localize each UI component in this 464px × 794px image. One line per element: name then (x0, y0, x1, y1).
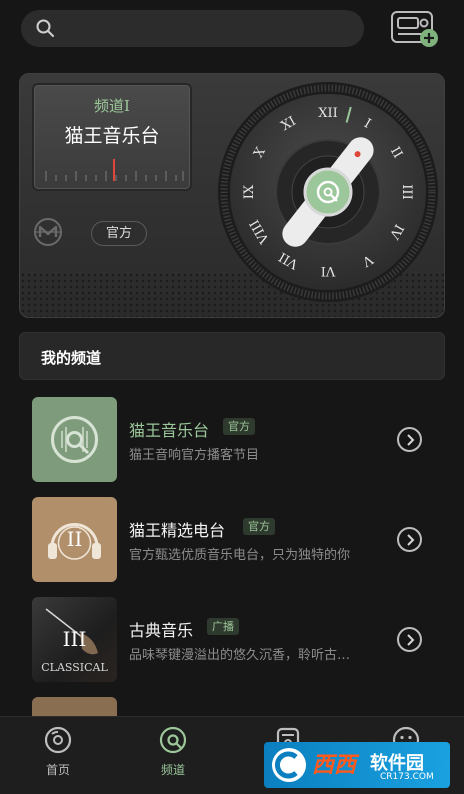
radio-add-icon[interactable] (390, 9, 440, 49)
channel-desc: 官方甄选优质音乐电台，只为独特的你 (129, 548, 351, 563)
channel-item[interactable]: III CLASSICAL 古典音乐 广播 品味琴键漫溢出的悠久沉香，聆听古… (32, 597, 427, 683)
channel-desc: 猫王音响官方播客节目 (129, 448, 260, 463)
station-logo-icon (51, 416, 98, 463)
nav-label: 频道 (160, 763, 185, 777)
chevron-right-icon[interactable] (397, 627, 422, 652)
channel-label: 频道I (94, 97, 130, 115)
radio-panel: 频道I 猫王音乐台 官方 XII I II III IV V VI VII VIII IX X (19, 73, 445, 318)
nav-channel[interactable]: 频道 (143, 725, 203, 785)
chevron-right-icon[interactable] (397, 427, 422, 452)
chevron-right-icon[interactable] (397, 527, 422, 552)
dial-numeral: III (399, 184, 414, 199)
channel-name: 古典音乐 (129, 621, 194, 640)
channel-name: 猫王精选电台 (129, 521, 226, 540)
channel-cover (32, 397, 117, 482)
cover-caption: CLASSICAL (41, 661, 108, 674)
nav-home[interactable]: 首页 (28, 725, 88, 785)
channel-badge: 官方 (243, 518, 275, 535)
channel-item[interactable] (32, 697, 427, 716)
channel-item[interactable]: 猫王音乐台 官方 猫王音响官方播客节目 (32, 397, 427, 483)
watermark-logo: 西西 软件园 CR173.COM (264, 742, 450, 788)
watermark-emblem-icon (272, 748, 306, 782)
search-bar[interactable] (21, 10, 364, 47)
tuning-dial[interactable]: XIIIIIIIIIVVVIVIIVIIIIXXXI (216, 80, 440, 304)
home-disc-icon (44, 726, 72, 754)
channel-badge: 广播 (207, 618, 239, 635)
channel-name: 猫王音乐台 (129, 421, 210, 440)
search-icon (36, 19, 54, 37)
channel-disc-icon (159, 726, 187, 754)
channel-desc: 品味琴键漫溢出的悠久沉香，聆听古… (129, 648, 351, 663)
channel-item[interactable]: II 猫王精选电台 官方 官方甄选优质音乐电台，只为独特的你 (32, 497, 427, 583)
cover-numeral: III (62, 627, 87, 651)
my-channels-header: 我的频道 (19, 332, 445, 380)
brand-logo-icon (34, 218, 62, 246)
cover-numeral: II (66, 527, 83, 551)
nav-label: 首页 (45, 763, 70, 777)
tuner-scale (45, 159, 184, 181)
channel-cover (32, 697, 117, 716)
section-title: 我的频道 (41, 349, 102, 367)
watermark-brand: 西西 (312, 753, 357, 778)
dial-numeral: VI (321, 263, 337, 278)
dial-numeral: XII (318, 106, 338, 121)
dial-numeral: IX (242, 184, 257, 199)
tuner-screen: 频道I 猫王音乐台 (32, 83, 192, 191)
channel-badge: 官方 (223, 418, 255, 435)
channel-cover: II (32, 497, 117, 582)
official-tag: 官方 (91, 221, 148, 246)
station-name: 猫王音乐台 (64, 125, 160, 147)
channel-cover: III CLASSICAL (32, 597, 117, 682)
watermark-url: CR173.COM (380, 772, 434, 782)
